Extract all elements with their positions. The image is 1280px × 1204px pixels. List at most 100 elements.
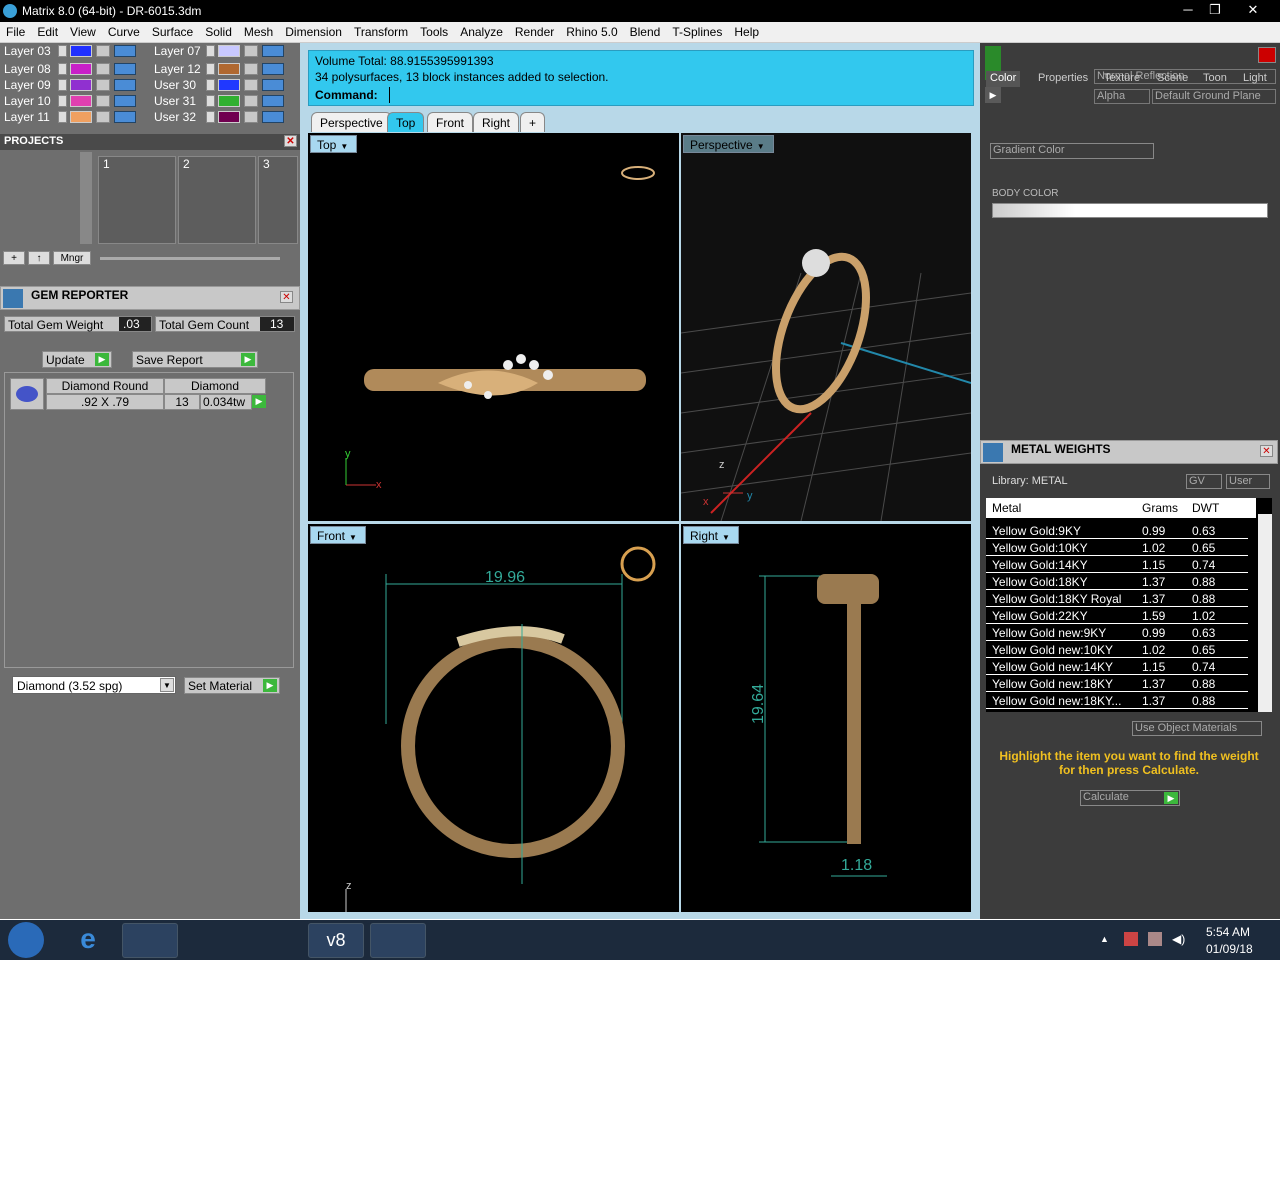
visibility-icon[interactable] [114, 45, 136, 57]
clock-date[interactable]: 01/09/18 [1206, 942, 1253, 956]
volume-icon[interactable]: ◀) [1172, 932, 1185, 946]
tab-toon[interactable]: Toon [1199, 71, 1231, 87]
alpha-field[interactable]: Alpha [1094, 89, 1150, 104]
expand-arrow-icon[interactable] [58, 45, 67, 57]
tab-texture[interactable]: Texture [1100, 71, 1144, 87]
viewport-label-right[interactable]: Right ▼ [683, 526, 740, 544]
network-icon[interactable] [1148, 932, 1162, 946]
menu-tools[interactable]: Tools [414, 22, 454, 39]
expand-arrow-icon[interactable] [58, 63, 67, 75]
tab-perspective[interactable]: Perspective [311, 112, 392, 132]
add-project-button[interactable]: + [3, 251, 25, 265]
menu-transform[interactable]: Transform [348, 22, 414, 39]
gv-button[interactable]: GV [1186, 474, 1222, 489]
menu-rhino[interactable]: Rhino 5.0 [560, 22, 623, 39]
visibility-icon[interactable] [262, 79, 284, 91]
viewport-top[interactable]: Top ▼ y x [308, 133, 679, 521]
table-row[interactable]: Yellow Gold:22KY 1.59 1.02 [986, 607, 1248, 624]
menu-dimension[interactable]: Dimension [279, 22, 348, 39]
menu-solid[interactable]: Solid [199, 22, 238, 39]
restore-button[interactable]: ❐ [1203, 1, 1227, 19]
lock-icon[interactable] [244, 45, 258, 57]
layer-row[interactable]: Layer 12 [154, 61, 294, 77]
minimize-button[interactable]: ─ [1176, 1, 1200, 19]
layer-color-swatch[interactable] [70, 45, 92, 57]
set-material-button[interactable]: Set Material ▶ [184, 677, 280, 694]
expand-arrow-icon[interactable] [206, 79, 215, 91]
manager-button[interactable]: Mngr [53, 251, 91, 265]
menu-analyze[interactable]: Analyze [454, 22, 509, 39]
viewport-label-top[interactable]: Top ▼ [310, 135, 358, 153]
use-object-materials-toggle[interactable]: Use Object Materials [1132, 721, 1262, 736]
lock-icon[interactable] [244, 63, 258, 75]
chevron-down-icon[interactable]: ▼ [340, 142, 350, 151]
table-row[interactable]: Yellow Gold:10KY 1.02 0.65 [986, 539, 1248, 556]
viewport-front[interactable]: Front ▼ 19.96 z [308, 524, 679, 912]
viewport-label-perspective[interactable]: Perspective ▼ [683, 135, 774, 153]
layer-row[interactable]: User 32 [154, 109, 294, 125]
save-report-button[interactable]: Save Report ▶ [132, 351, 258, 368]
tab-light[interactable]: Light [1239, 71, 1271, 87]
flag-icon[interactable] [1124, 932, 1138, 946]
expand-arrow-icon[interactable] [206, 45, 215, 57]
up-button[interactable]: ↑ [28, 251, 50, 265]
lock-icon[interactable] [96, 79, 110, 91]
close-icon[interactable]: ✕ [280, 291, 293, 303]
layer-color-swatch[interactable] [218, 45, 240, 57]
menu-render[interactable]: Render [509, 22, 560, 39]
body-color-gradient[interactable] [992, 203, 1268, 218]
lock-icon[interactable] [244, 79, 258, 91]
tray-arrow-icon[interactable]: ▲ [1100, 934, 1109, 944]
refresh-icon[interactable] [1258, 47, 1276, 63]
matrix-icon[interactable]: v8 [308, 923, 364, 958]
menu-file[interactable]: File [0, 22, 31, 39]
gradient-select[interactable]: Gradient Color [990, 143, 1154, 159]
internet-explorer-icon[interactable]: e [60, 923, 116, 958]
tab-properties[interactable]: Properties [1034, 71, 1092, 87]
layer-row[interactable]: User 30 [154, 77, 294, 93]
menu-view[interactable]: View [64, 22, 102, 39]
menu-edit[interactable]: Edit [31, 22, 64, 39]
tab-scene[interactable]: Scene [1153, 71, 1192, 87]
menu-surface[interactable]: Surface [146, 22, 199, 39]
table-row[interactable]: Yellow Gold new:18KY 1.37 0.88 [986, 675, 1248, 692]
chevron-down-icon[interactable]: ▼ [160, 678, 174, 692]
expand-arrow-icon[interactable] [206, 63, 215, 75]
visibility-icon[interactable] [114, 79, 136, 91]
visibility-icon[interactable] [262, 45, 284, 57]
layer-color-swatch[interactable] [70, 111, 92, 123]
menu-tsplines[interactable]: T-Splines [666, 22, 728, 39]
chevron-down-icon[interactable]: ▼ [722, 533, 732, 542]
lock-icon[interactable] [96, 95, 110, 107]
table-row[interactable]: Yellow Gold new:9KY 0.99 0.63 [986, 624, 1248, 641]
layer-row[interactable]: User 31 [154, 93, 294, 109]
visibility-icon[interactable] [262, 95, 284, 107]
layer-row[interactable]: Layer 08 [4, 61, 144, 77]
projects-slider[interactable] [100, 257, 280, 260]
lock-icon[interactable] [244, 95, 258, 107]
clock-time[interactable]: 5:54 AM [1206, 925, 1250, 939]
layer-row[interactable]: Layer 03 [4, 43, 144, 59]
table-row[interactable]: Yellow Gold:18KY 1.37 0.88 [986, 573, 1248, 590]
expand-arrow-icon[interactable] [206, 95, 215, 107]
photo-viewer-icon[interactable] [370, 923, 426, 958]
ground-plane-select[interactable]: Default Ground Plane [1152, 89, 1276, 104]
add-tab-button[interactable]: + [520, 112, 546, 132]
viewport-perspective[interactable]: Perspective ▼ z x y [681, 133, 971, 521]
visibility-icon[interactable] [114, 95, 136, 107]
projects-scrollbar[interactable] [80, 152, 92, 244]
layer-row[interactable]: Layer 09 [4, 77, 144, 93]
lock-icon[interactable] [96, 111, 110, 123]
layer-color-swatch[interactable] [70, 95, 92, 107]
rhino-icon[interactable] [246, 923, 302, 958]
menu-help[interactable]: Help [728, 22, 765, 39]
close-icon[interactable]: ✕ [1260, 445, 1273, 457]
table-row[interactable]: Yellow Gold new:18KY... 1.37 0.88 [986, 692, 1248, 709]
table-row[interactable]: Yellow Gold:14KY 1.15 0.74 [986, 556, 1248, 573]
visibility-icon[interactable] [262, 111, 284, 123]
command-input[interactable] [389, 87, 955, 103]
project-slot[interactable]: 3 [258, 156, 298, 244]
tab-front[interactable]: Front [427, 112, 474, 132]
lock-icon[interactable] [96, 45, 110, 57]
explorer-icon[interactable] [122, 923, 178, 958]
